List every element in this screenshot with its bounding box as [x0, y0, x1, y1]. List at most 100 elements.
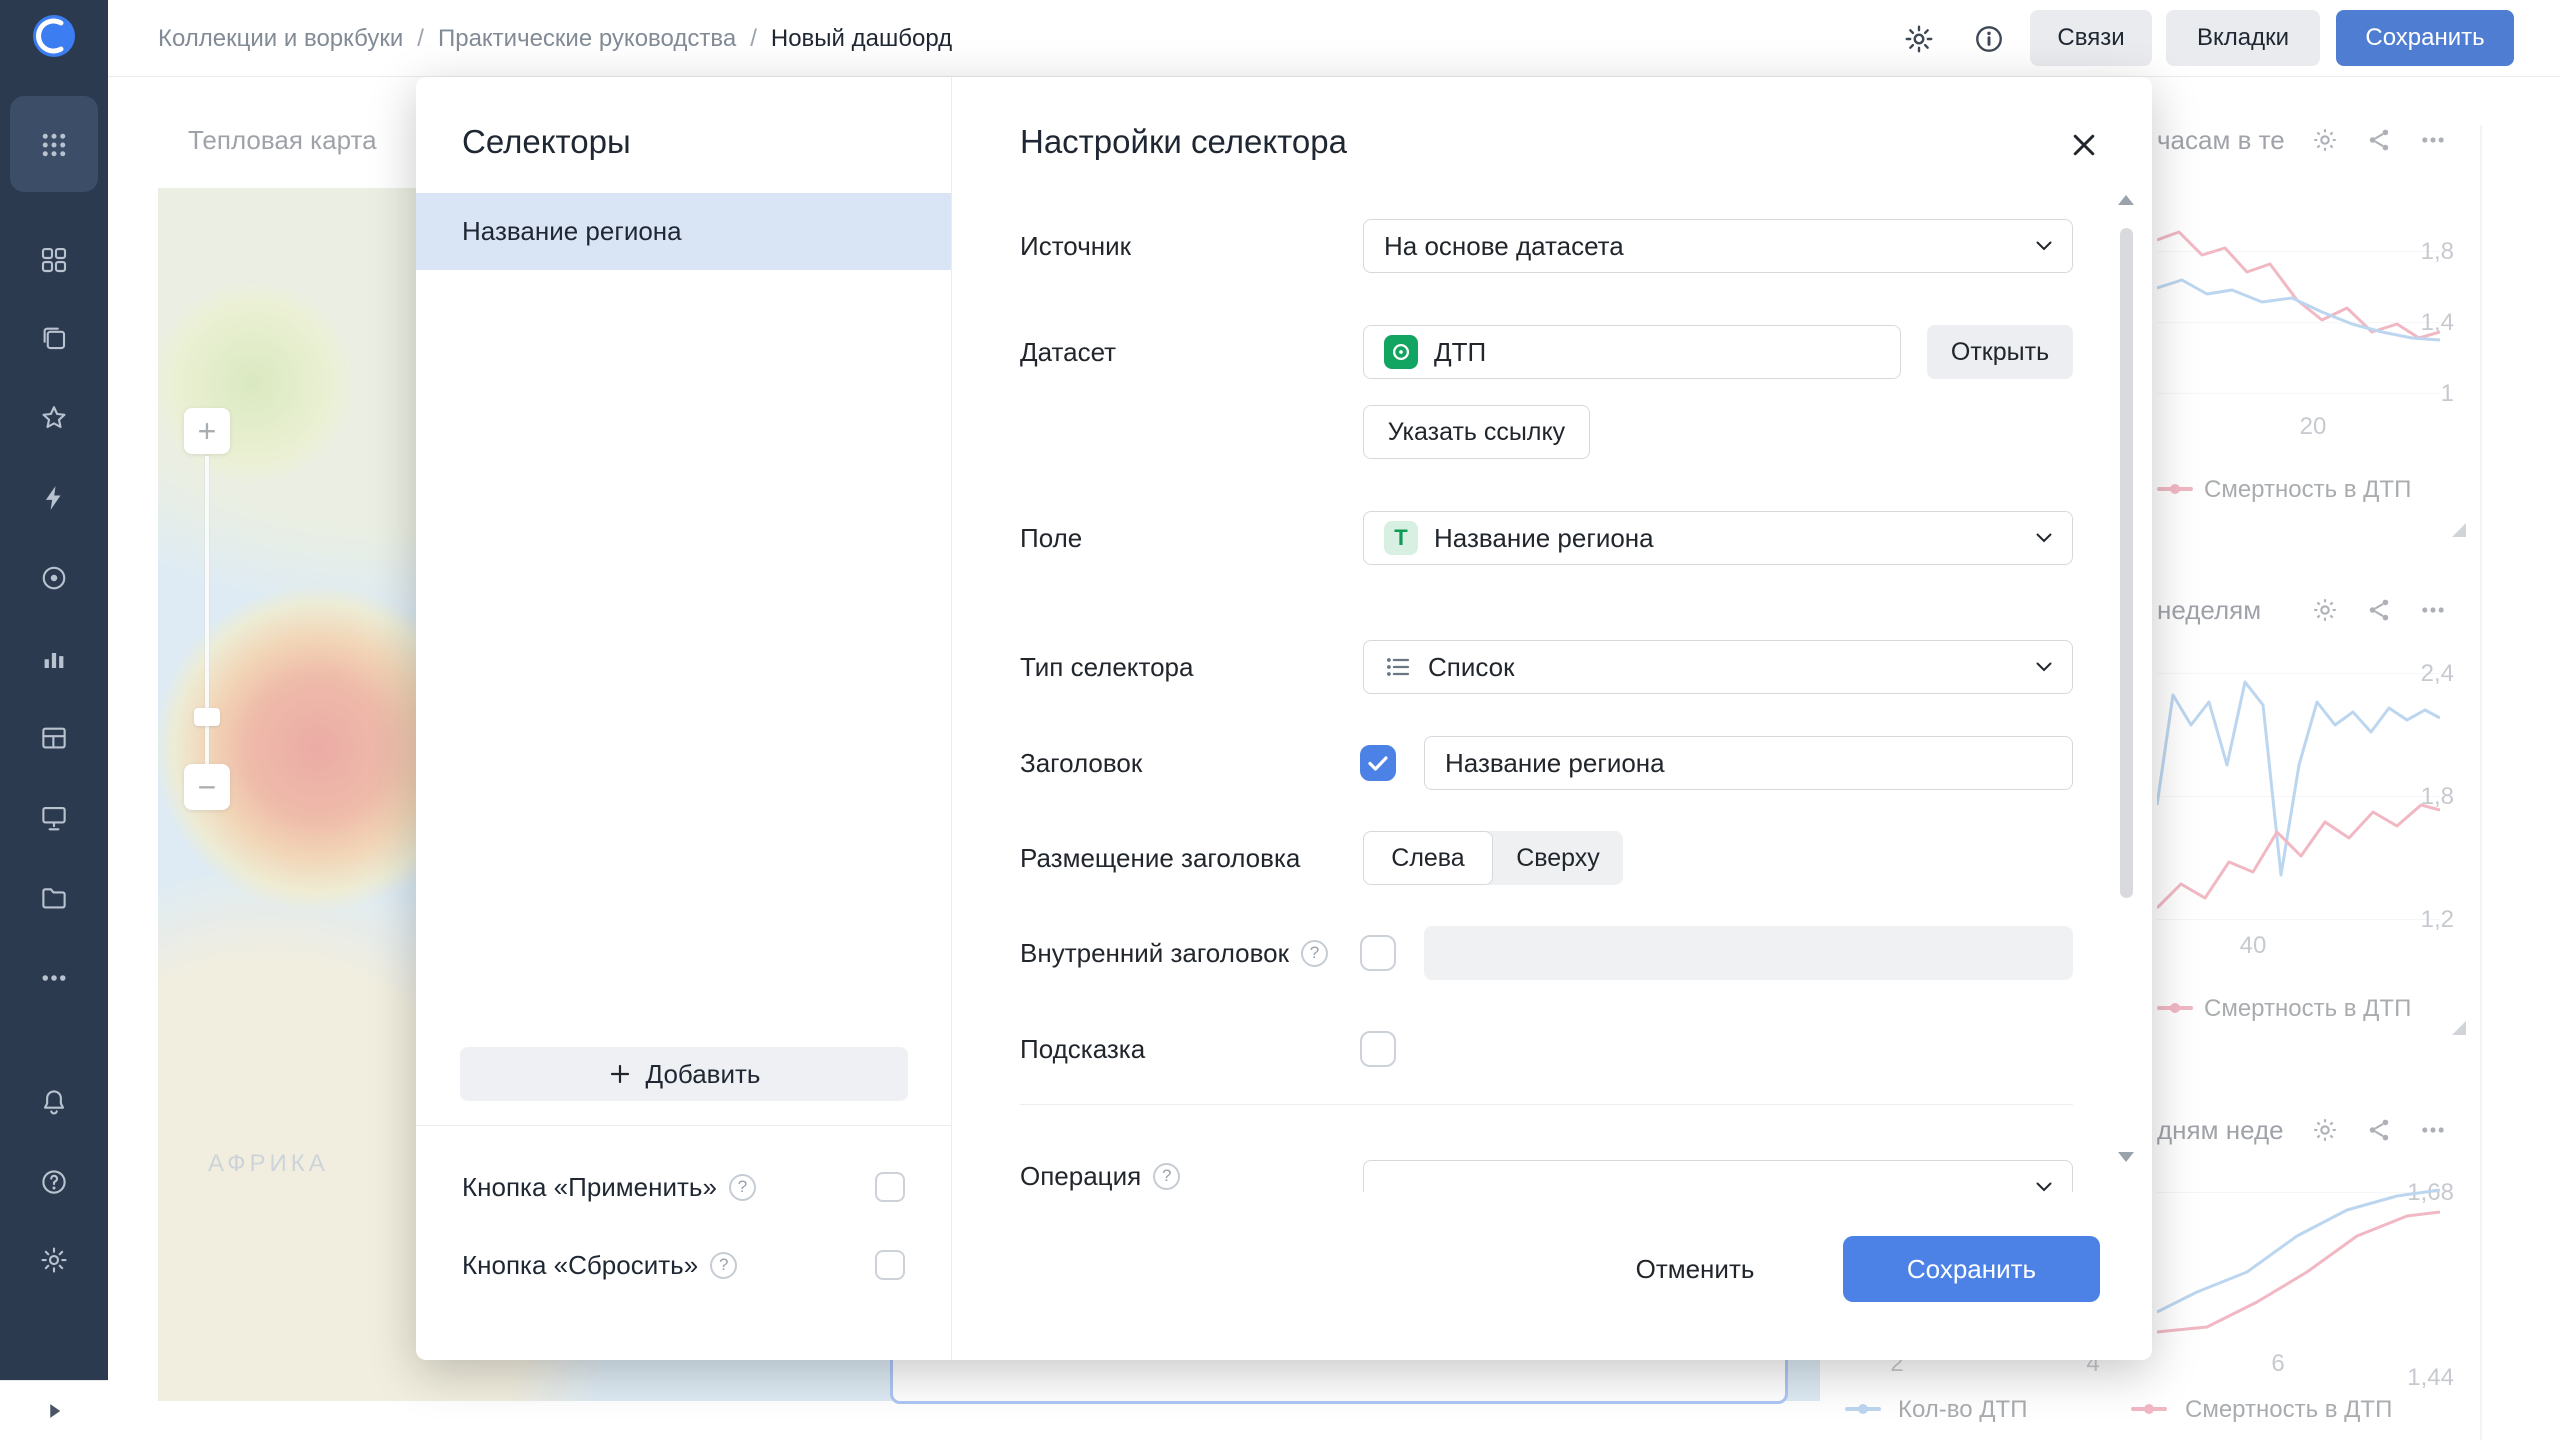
breadcrumb-separator: / [417, 25, 424, 53]
selector-type-dropdown[interactable]: Список [1363, 640, 2073, 694]
presentations-icon[interactable] [30, 794, 78, 842]
title-text-input[interactable]: Название региона [1424, 736, 2073, 790]
dashboard-settings-button[interactable] [1900, 20, 1938, 58]
more-icon[interactable] [30, 954, 78, 1002]
breadcrumb-workbook[interactable]: Практические руководства [438, 25, 736, 53]
reset-option-label: Кнопка «Сбросить» [462, 1250, 698, 1281]
field-value: Название региона [1434, 523, 1654, 554]
chevron-down-icon [2036, 1182, 2052, 1192]
help-icon[interactable]: ? [710, 1252, 737, 1279]
field-field-label: Поле [1020, 511, 1355, 565]
reset-option-checkbox[interactable] [875, 1250, 905, 1280]
dashboards-icon[interactable] [30, 236, 78, 284]
settings-scroll-area: Источник На основе датасета Датасет ДТП … [952, 189, 2116, 1192]
scrollbar-up-arrow[interactable] [2118, 195, 2134, 205]
apply-option-label: Кнопка «Применить» [462, 1172, 717, 1203]
dataset-icon [1384, 335, 1418, 369]
chevron-down-icon [2036, 241, 2052, 251]
placement-label: Размещение заголовка [1020, 831, 1355, 885]
apps-grid-icon[interactable] [30, 121, 78, 169]
datalens-logo-icon [32, 14, 76, 58]
title-input-value: Название региона [1445, 748, 1665, 779]
selector-list-item-selected[interactable]: Название региона [416, 193, 951, 270]
save-dashboard-button[interactable]: Сохранить [2336, 10, 2514, 66]
relations-button[interactable]: Связи [2030, 10, 2152, 66]
open-dataset-button[interactable]: Открыть [1927, 325, 2073, 379]
expand-sidebar-icon[interactable] [30, 1387, 78, 1435]
title-field-label: Заголовок [1020, 736, 1355, 790]
inner-title-label: Внутренний заголовок ? [1020, 926, 1355, 980]
list-icon [1384, 653, 1412, 681]
inner-title-text-input [1424, 926, 2073, 980]
reset-button-option-row: Кнопка «Сбросить» ? [462, 1237, 905, 1293]
field-type-string-icon [1384, 521, 1418, 555]
selectors-panel: Селекторы Название региона Добавить Кноп… [416, 77, 952, 1360]
app-logo[interactable] [32, 14, 76, 58]
breadcrumb-collections[interactable]: Коллекции и воркбуки [158, 25, 403, 53]
left-nav [0, 0, 108, 1380]
inner-title-checkbox[interactable] [1360, 935, 1396, 971]
selector-settings-modal: Селекторы Название региона Добавить Кноп… [416, 77, 2152, 1360]
apply-button-option-row: Кнопка «Применить» ? [462, 1159, 905, 1215]
add-selector-label: Добавить [646, 1059, 761, 1090]
placement-top-segment[interactable]: Сверху [1493, 831, 1623, 885]
source-dropdown[interactable]: На основе датасета [1363, 219, 2073, 273]
info-icon [1973, 23, 2005, 55]
scrollbar-thumb[interactable] [2120, 228, 2133, 898]
field-dropdown[interactable]: Название региона [1363, 511, 2073, 565]
placement-left-segment[interactable]: Слева [1363, 831, 1493, 885]
source-field-label: Источник [1020, 219, 1355, 273]
operation-label: Операция ? [1020, 1149, 1355, 1192]
apply-option-checkbox[interactable] [875, 1172, 905, 1202]
section-divider [1020, 1104, 2073, 1105]
top-bar: Коллекции и воркбуки / Практические руко… [108, 0, 2560, 77]
hint-checkbox[interactable] [1360, 1031, 1396, 1067]
dataset-value: ДТП [1434, 337, 1486, 368]
tabs-button[interactable]: Вкладки [2166, 10, 2320, 66]
help-icon[interactable]: ? [1153, 1163, 1180, 1190]
operation-dropdown[interactable] [1363, 1160, 2073, 1192]
settings-panel-title: Настройки селектора [1020, 123, 1347, 161]
save-selector-button[interactable]: Сохранить [1843, 1236, 2100, 1302]
collections-icon[interactable] [30, 314, 78, 362]
selector-type-label: Тип селектора [1020, 640, 1355, 694]
title-placement-segmented-control: Слева Сверху [1363, 831, 1623, 885]
dataset-field-label: Датасет [1020, 325, 1355, 379]
scrollbar-down-arrow[interactable] [2118, 1152, 2134, 1162]
add-selector-button[interactable]: Добавить [460, 1047, 908, 1101]
checkmark-icon [1367, 754, 1389, 772]
selector-settings-panel: Настройки селектора Источник На основе д… [952, 77, 2152, 1360]
title-checkbox[interactable] [1360, 745, 1396, 781]
panel-divider [416, 1125, 952, 1126]
notifications-bell-icon[interactable] [30, 1078, 78, 1126]
dataset-picker[interactable]: ДТП [1363, 325, 1901, 379]
selector-type-value: Список [1428, 652, 1515, 683]
nav-collapse-strip [0, 1380, 108, 1440]
breadcrumb-current-dashboard: Новый дашборд [771, 25, 952, 53]
charts-icon[interactable] [30, 634, 78, 682]
source-value: На основе датасета [1384, 231, 1624, 262]
selector-item-label: Название региона [462, 216, 682, 247]
help-icon[interactable]: ? [729, 1174, 756, 1201]
breadcrumb-separator: / [750, 25, 757, 53]
services-icon[interactable] [30, 554, 78, 602]
tables-icon[interactable] [30, 714, 78, 762]
plus-icon [608, 1062, 632, 1086]
favorites-icon[interactable] [30, 394, 78, 442]
close-icon [2069, 130, 2099, 160]
selectors-panel-title: Селекторы [462, 123, 631, 161]
close-modal-button[interactable] [2062, 123, 2106, 167]
dashboard-info-button[interactable] [1970, 20, 2008, 58]
chevron-down-icon [2036, 533, 2052, 543]
help-icon[interactable] [30, 1158, 78, 1206]
gear-icon [1903, 23, 1935, 55]
specify-link-button[interactable]: Указать ссылку [1363, 405, 1590, 459]
cancel-button[interactable]: Отменить [1600, 1236, 1790, 1302]
storage-folder-icon[interactable] [30, 874, 78, 922]
editor-lightning-icon[interactable] [30, 474, 78, 522]
chevron-down-icon [2036, 662, 2052, 672]
settings-gear-icon[interactable] [30, 1236, 78, 1284]
hint-label: Подсказка [1020, 1022, 1355, 1076]
breadcrumb: Коллекции и воркбуки / Практические руко… [158, 0, 952, 77]
help-icon[interactable]: ? [1301, 940, 1328, 967]
